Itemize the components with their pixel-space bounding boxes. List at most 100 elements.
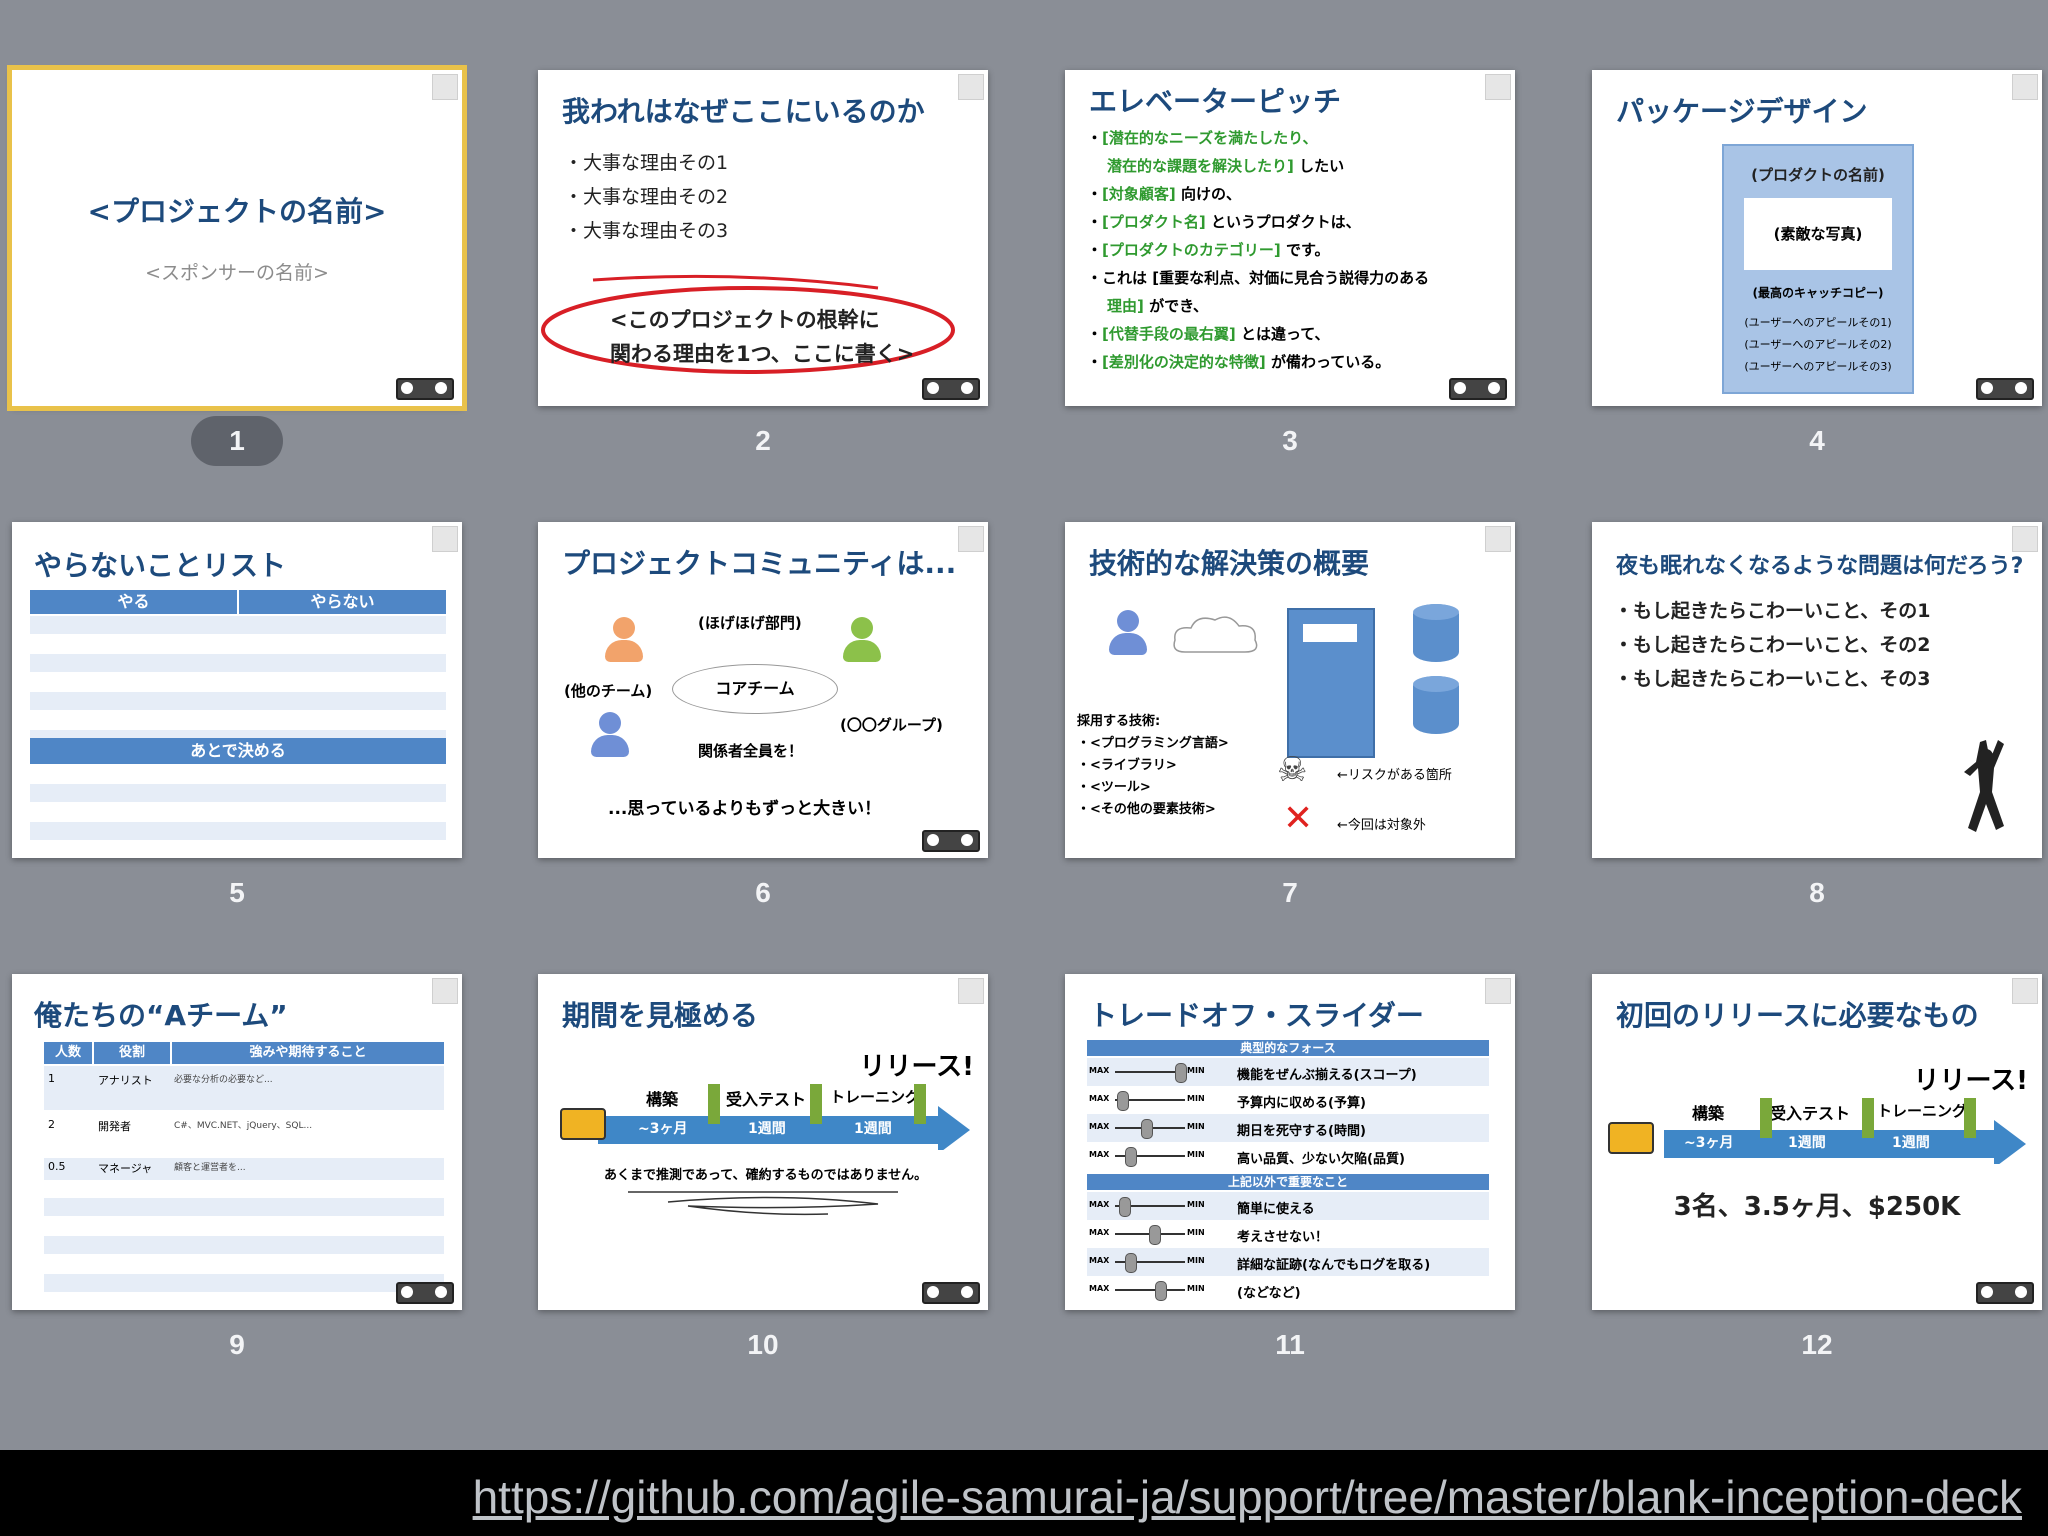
slide-title: 我われはなぜここにいるのか	[562, 95, 925, 128]
slider-knob[interactable]	[1149, 1225, 1161, 1245]
table-row	[30, 692, 446, 710]
slide-thumbnail-3[interactable]: エレベーターピッチ ・[潜在的なニーズを満たしたり、 潜在的な課題を解決したり]…	[1065, 70, 1515, 406]
person-icon	[605, 640, 643, 662]
bullet-item: ・大事な理由その1	[564, 152, 729, 174]
slide-corner-marker	[432, 74, 458, 100]
package-photo: (素敵な写真)	[1744, 198, 1892, 270]
duration-label: 1週間	[1892, 1135, 1930, 1151]
slider-max-label: MAX	[1089, 1256, 1110, 1265]
cc-license-icon	[922, 830, 980, 852]
slide-thumbnail-10[interactable]: 期間を見極める リリース! 構築 受入テスト トレーニング ~3ヶ月 1週間 1…	[538, 974, 988, 1310]
package-box: (プロダクトの名前) (素敵な写真) (最高のキャッチコピー) (ユーザーへのア…	[1722, 144, 1914, 394]
cross-icon: ✕	[1283, 798, 1314, 839]
slide-number: 12	[1801, 1329, 1833, 1360]
tech-item: ・<その他の要素技術>	[1077, 802, 1216, 817]
person-icon	[843, 640, 881, 662]
slide-title: パッケージデザイン	[1616, 95, 1868, 128]
slider-knob[interactable]	[1119, 1197, 1131, 1217]
timeline-arrow	[1664, 1098, 2026, 1164]
person-icon	[599, 712, 621, 734]
scribble-mark	[628, 1191, 898, 1216]
slide-thumbnail-6[interactable]: プロジェクトコミュニティは... (ほげほげ部門) (他のチーム) コアチーム …	[538, 522, 988, 858]
risk-label: ←リスクがある箇所	[1337, 768, 1452, 783]
tradeoff-slider-row: MAX MIN 高い品質、少ない欠陥(品質)	[1087, 1142, 1489, 1170]
slide-thumbnail-2[interactable]: 我われはなぜここにいるのか ・大事な理由その1 ・大事な理由その2 ・大事な理由…	[538, 70, 988, 406]
slide-number: 8	[1809, 877, 1825, 908]
tradeoff-slider-row: MAX MIN 詳細な証跡(なんでもログを取る)	[1087, 1248, 1489, 1276]
slide-corner-marker	[1485, 74, 1511, 100]
cloud-icon	[1173, 616, 1258, 653]
slide-thumbnail-9[interactable]: 俺たちの“Aチーム” 人数 役割 強みや期待すること 1 アナリスト 必要な分析…	[12, 974, 462, 1310]
slider-label: 詳細な証跡(なんでもログを取る)	[1237, 1258, 1431, 1273]
pitch-line: 理由] ができ、	[1107, 297, 1209, 315]
slider-label: (などなど)	[1237, 1286, 1301, 1301]
bulldozer-icon	[1608, 1122, 1654, 1154]
slide-thumbnail-12[interactable]: 初回のリリースに必要なもの リリース! 構築 受入テスト トレーニング ~3ヶ月…	[1592, 974, 2042, 1310]
team-role: マネージャ	[98, 1162, 153, 1175]
slider-max-label: MAX	[1089, 1150, 1110, 1159]
slide-title: 夜も眠れなくなるような問題は何だろう?	[1616, 554, 2024, 579]
callout-line-1: <このプロジェクトの根幹に	[610, 308, 880, 332]
slider-knob[interactable]	[1125, 1253, 1137, 1273]
slide-thumbnail-11[interactable]: トレードオフ・スライダー 典型的なフォース MAX MIN 機能をぜんぶ揃える(スコ…	[1065, 974, 1515, 1310]
slide-title: トレードオフ・スライダー	[1089, 999, 1424, 1032]
slider-label: 機能をぜんぶ揃える(スコープ)	[1237, 1068, 1417, 1083]
cc-license-icon	[922, 378, 980, 400]
release-summary: 3名、3.5ヶ月、$250K	[1673, 1192, 1961, 1222]
database-icon	[1413, 604, 1459, 662]
slide-thumbnail-7[interactable]: 技術的な解決策の概要 採用する技術: ・<プログラミング言語> ・<ライブラリ>…	[1065, 522, 1515, 858]
slide-number: 10	[747, 1329, 779, 1360]
bullet-item: ・もし起きたらこわーいこと、その3	[1614, 668, 1931, 690]
table-row	[30, 784, 446, 802]
pitch-line: ・これは [重要な利点、対価に見合う説得力のある	[1087, 269, 1430, 287]
person-icon	[1117, 610, 1139, 632]
slider-min-label: MIN	[1187, 1228, 1205, 1237]
slider-knob[interactable]	[1141, 1119, 1153, 1139]
section-later: あとで決める	[30, 738, 446, 764]
table-row	[30, 822, 446, 840]
pitch-line: ・[対象顧客] 向けの、	[1087, 185, 1241, 203]
slide-corner-marker	[432, 978, 458, 1004]
slide-thumbnail-5[interactable]: やらないことリスト やる やらない あとで決める	[12, 522, 462, 858]
table-row	[44, 1198, 444, 1216]
slide-corner-marker	[2012, 978, 2038, 1004]
slider-track[interactable]	[1115, 1289, 1185, 1291]
slider-knob[interactable]	[1117, 1091, 1129, 1111]
cc-license-icon	[922, 1282, 980, 1304]
person-icon	[591, 735, 629, 757]
pitch-line: ・[差別化の決定的な特徴] が備わっている。	[1087, 353, 1391, 371]
slide-corner-marker	[2012, 74, 2038, 100]
cc-license-icon	[1976, 1282, 2034, 1304]
section-header-others: 上記以外で重要なこと	[1087, 1174, 1489, 1190]
slider-min-label: MIN	[1187, 1122, 1205, 1131]
group-label-all: 関係者全員を！	[698, 742, 804, 760]
source-url-link[interactable]: https://github.com/agile-samurai-ja/supp…	[473, 1470, 2022, 1524]
tradeoff-slider-row: MAX MIN 機能をぜんぶ揃える(スコープ)	[1087, 1058, 1489, 1086]
slide-corner-marker	[958, 526, 984, 552]
slide-thumbnail-8[interactable]: 夜も眠れなくなるような問題は何だろう? ・もし起きたらこわーいこと、その1 ・も…	[1592, 522, 2042, 858]
slider-knob[interactable]	[1175, 1063, 1187, 1083]
slide-thumbnail-1[interactable]: <プロジェクトの名前> <スポンサーの名前>	[7, 65, 467, 411]
slide-title: <プロジェクトの名前>	[87, 195, 387, 228]
slide-number: 1	[229, 425, 245, 456]
slide-title: 俺たちの“Aチーム”	[34, 999, 288, 1032]
slide-title: 初回のリリースに必要なもの	[1616, 999, 1979, 1032]
slider-knob[interactable]	[1125, 1147, 1137, 1167]
bullet-item: ・もし起きたらこわーいこと、その1	[1614, 600, 1931, 622]
bullet-item: ・大事な理由その3	[564, 220, 729, 242]
slide-number: 6	[755, 877, 771, 908]
slide-thumbnail-4[interactable]: パッケージデザイン (プロダクトの名前) (素敵な写真) (最高のキャッチコピー…	[1592, 70, 2042, 406]
slider-max-label: MAX	[1089, 1066, 1110, 1075]
url-bar: https://github.com/agile-samurai-ja/supp…	[0, 1450, 2048, 1536]
team-count: 2	[48, 1118, 55, 1131]
cc-license-icon	[1449, 378, 1507, 400]
team-role: 開発者	[98, 1120, 131, 1133]
tech-item: ・<ライブラリ>	[1077, 758, 1177, 773]
slider-knob[interactable]	[1155, 1281, 1167, 1301]
column-header: 強みや期待すること	[172, 1042, 444, 1064]
slider-min-label: MIN	[1187, 1150, 1205, 1159]
slide-corner-marker	[432, 526, 458, 552]
timeline-arrow	[598, 1084, 970, 1150]
server-slot	[1303, 624, 1357, 642]
slider-max-label: MAX	[1089, 1200, 1110, 1209]
